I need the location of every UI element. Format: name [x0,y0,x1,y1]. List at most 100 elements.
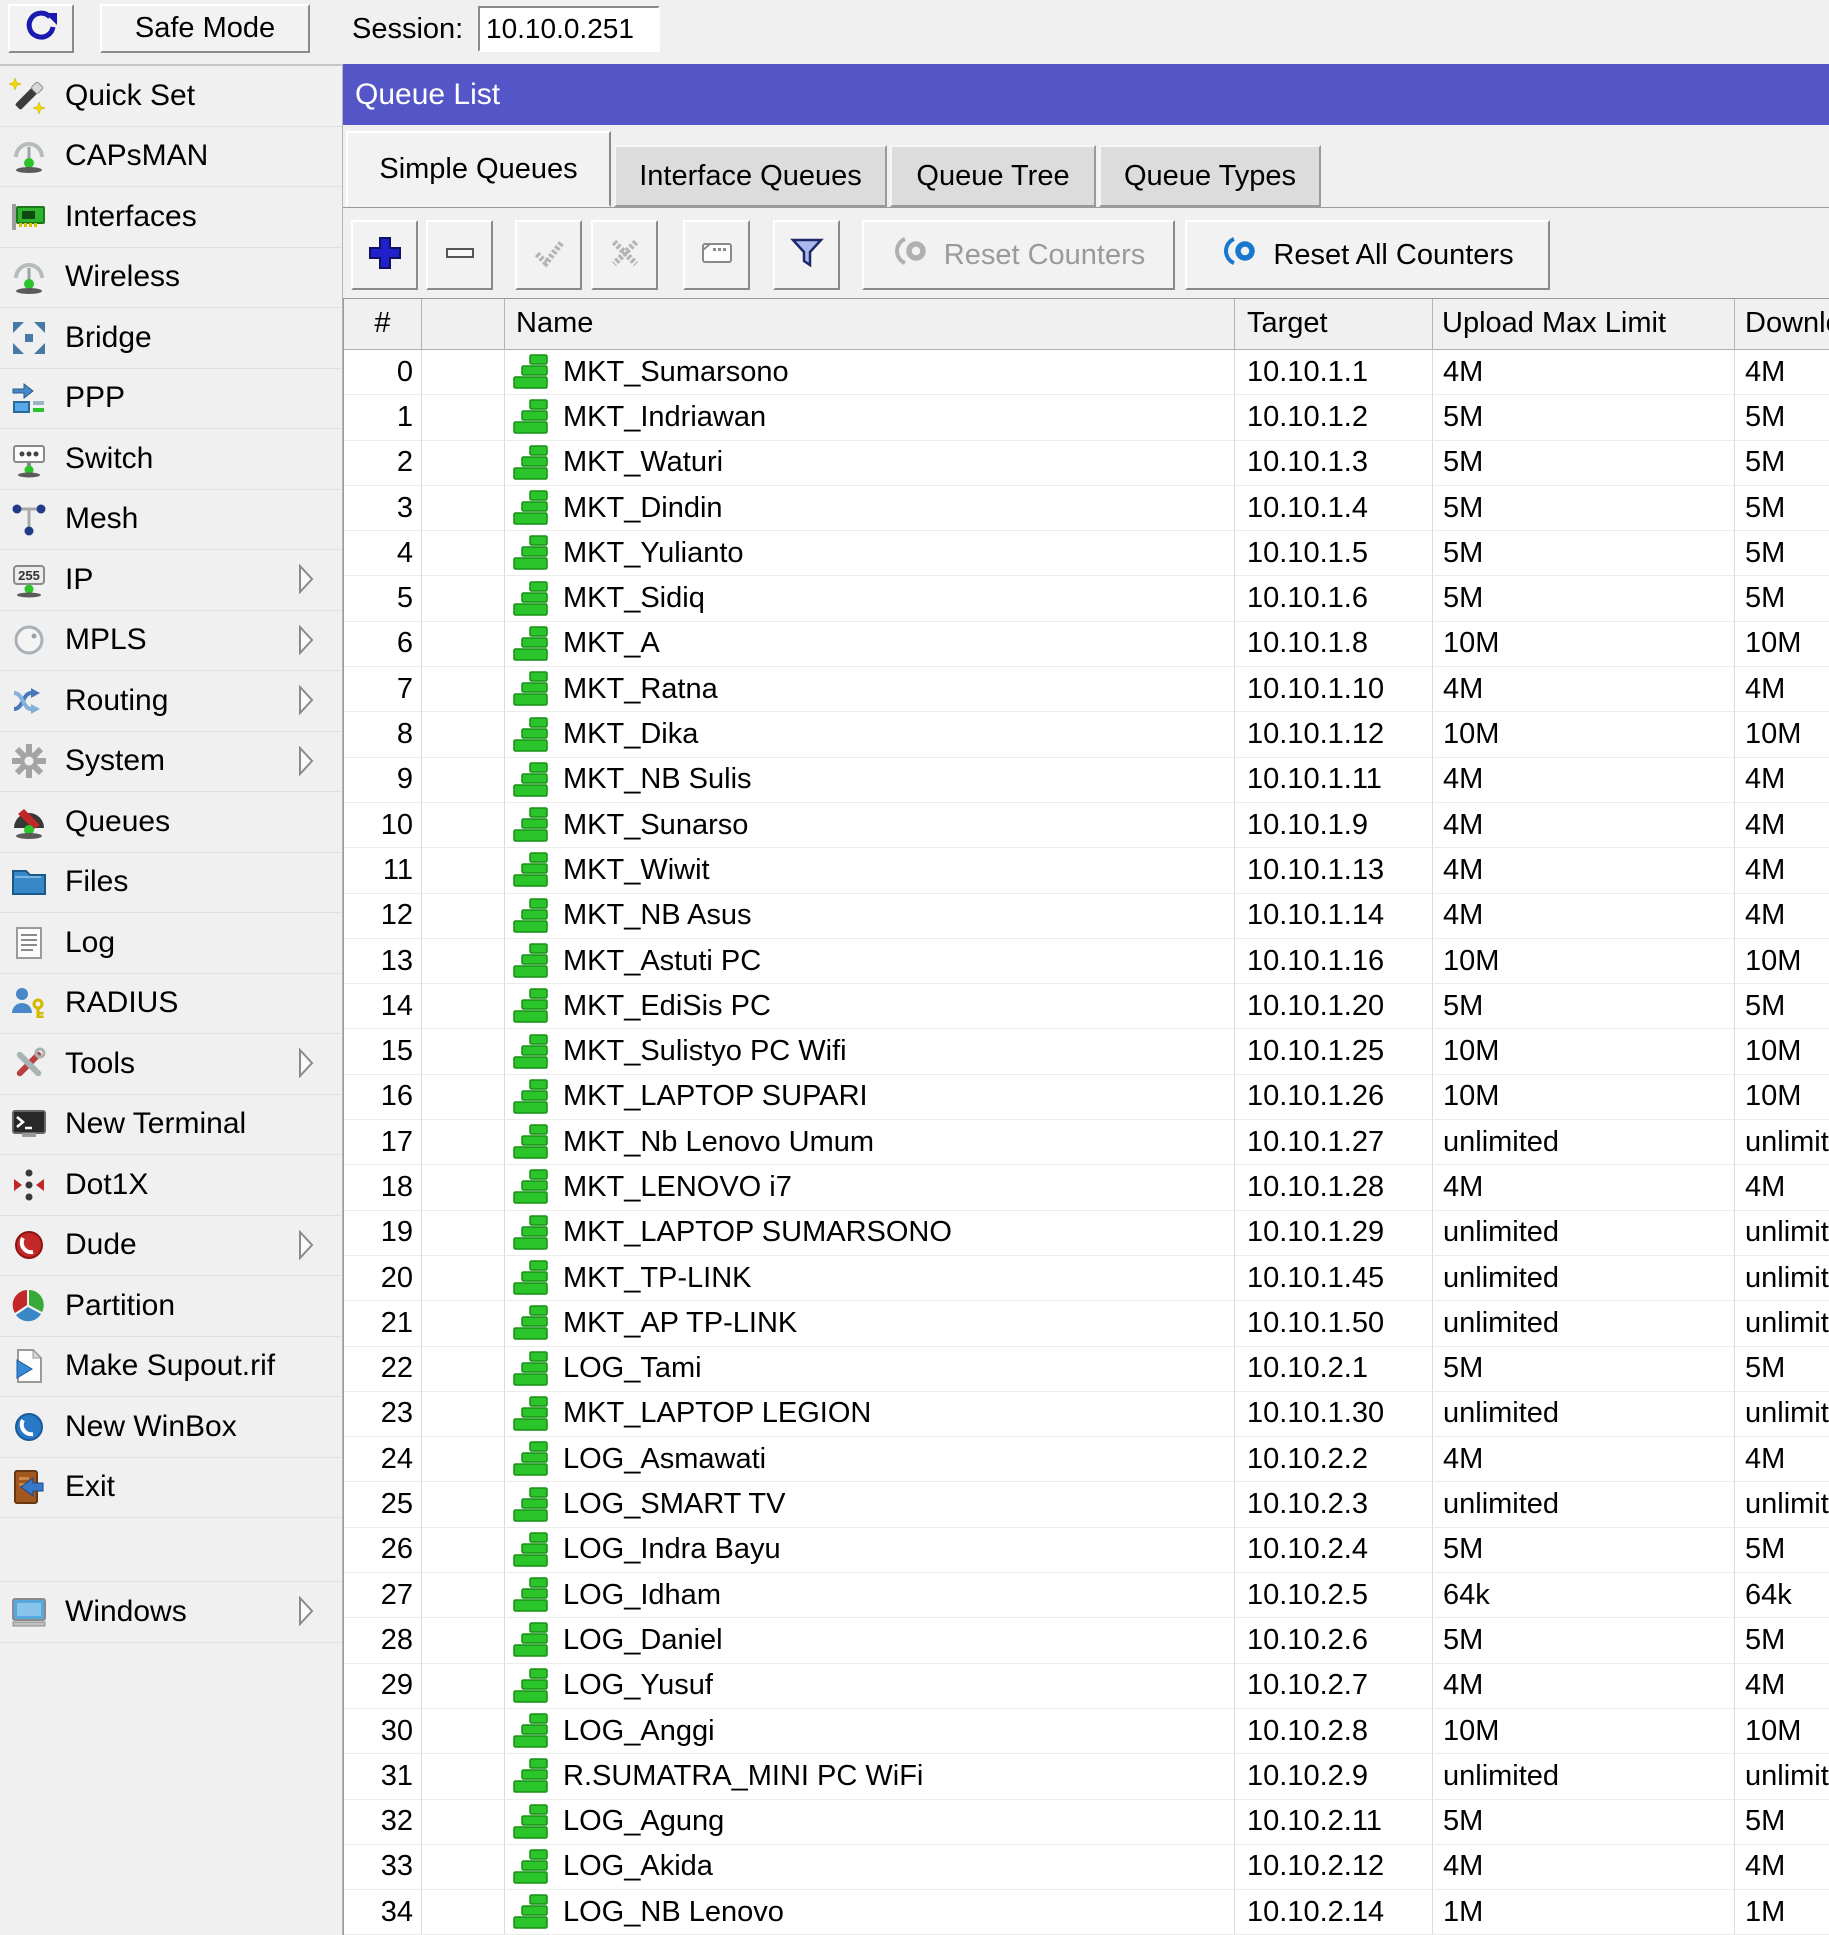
queue-row[interactable]: 27LOG_Idham10.10.2.564k64k [344,1573,1829,1618]
queue-row[interactable]: 0MKT_Sumarsono10.10.1.14M4M [344,350,1829,395]
quick-set-icon [9,76,49,116]
sidebar-item-capsman[interactable]: CAPsMAN [0,127,342,188]
queue-upload-limit: unlimited [1433,1482,1735,1527]
queue-row[interactable]: 28LOG_Daniel10.10.2.65M5M [344,1618,1829,1663]
queue-row[interactable]: 6MKT_A10.10.1.810M10M [344,622,1829,667]
sidebar-item-exit[interactable]: Exit [0,1458,342,1519]
reload-session-button[interactable] [8,4,74,53]
queue-row[interactable]: 10MKT_Sunarso10.10.1.94M4M [344,803,1829,848]
queue-row[interactable]: 31R.SUMATRA_MINI PC WiFi10.10.2.9unlimit… [344,1754,1829,1799]
sidebar-item-windows[interactable]: Windows [0,1582,342,1643]
column-header-upload-max-limit[interactable]: Upload Max Limit [1433,299,1735,349]
simple-queue-icon [511,1167,551,1207]
queue-download-limit: unlimited [1735,1211,1829,1256]
sidebar-item-switch[interactable]: Switch [0,429,342,490]
queue-row[interactable]: 12MKT_NB Asus10.10.1.144M4M [344,894,1829,939]
sidebar-item-routing[interactable]: Routing [0,671,342,732]
simple-queue-icon [511,941,551,981]
queue-row[interactable]: 1MKT_Indriawan10.10.1.25M5M [344,395,1829,440]
column-header-flags[interactable] [422,299,505,349]
reset-counters-button[interactable]: Reset Counters [862,220,1175,290]
safe-mode-button[interactable]: Safe Mode [100,4,310,53]
row-flags [422,1256,505,1301]
queue-download-limit: unlimited [1735,1392,1829,1437]
sidebar-item-ppp[interactable]: PPP [0,369,342,430]
queue-row[interactable]: 17MKT_Nb Lenovo Umum10.10.1.27unlimitedu… [344,1120,1829,1165]
tab-interface-queues[interactable]: Interface Queues [614,145,887,207]
reset-counter-icon [1221,231,1261,279]
partition-icon [9,1286,49,1326]
queue-target: 10.10.1.5 [1235,531,1433,576]
sidebar-item-wireless[interactable]: Wireless [0,248,342,309]
tab-simple-queues[interactable]: Simple Queues [346,131,611,207]
sidebar-item-new-winbox[interactable]: New WinBox [0,1397,342,1458]
sidebar-item-dot1x[interactable]: Dot1X [0,1155,342,1216]
queue-row[interactable]: 33LOG_Akida10.10.2.124M4M [344,1845,1829,1890]
queue-row[interactable]: 24LOG_Asmawati10.10.2.24M4M [344,1437,1829,1482]
sidebar-item-mpls[interactable]: MPLS [0,611,342,672]
sidebar-item-queues[interactable]: Queues [0,792,342,853]
disable-button[interactable] [591,220,658,290]
queue-row[interactable]: 32LOG_Agung10.10.2.115M5M [344,1800,1829,1845]
queue-row[interactable]: 23MKT_LAPTOP LEGION10.10.1.30unlimitedun… [344,1392,1829,1437]
queue-row[interactable]: 21MKT_AP TP-LINK10.10.1.50unlimitedunlim… [344,1301,1829,1346]
queue-row[interactable]: 16MKT_LAPTOP SUPARI10.10.1.2610M10M [344,1075,1829,1120]
sidebar-item-new-terminal[interactable]: New Terminal [0,1095,342,1156]
queue-row[interactable]: 4MKT_Yulianto10.10.1.55M5M [344,531,1829,576]
queue-row[interactable]: 29LOG_Yusuf10.10.2.74M4M [344,1664,1829,1709]
sidebar-item-system[interactable]: System [0,732,342,793]
queue-row[interactable]: 20MKT_TP-LINK10.10.1.45unlimitedunlimite… [344,1256,1829,1301]
column-header-name[interactable]: Name [505,299,1235,349]
queue-upload-limit: 4M [1433,1664,1735,1709]
queue-download-limit: unlimited [1735,1256,1829,1301]
queue-row[interactable]: 22LOG_Tami10.10.2.15M5M [344,1347,1829,1392]
sidebar-item-radius[interactable]: RADIUS [0,974,342,1035]
queue-row[interactable]: 30LOG_Anggi10.10.2.810M10M [344,1709,1829,1754]
queue-row[interactable]: 9MKT_NB Sulis10.10.1.114M4M [344,758,1829,803]
tab-queue-tree[interactable]: Queue Tree [890,145,1096,207]
column-header-target[interactable]: Target [1235,299,1433,349]
queue-row[interactable]: 14MKT_EdiSis PC10.10.1.205M5M [344,984,1829,1029]
queue-row[interactable]: 34LOG_NB Lenovo10.10.2.141M1M [344,1890,1829,1935]
queue-row[interactable]: 26LOG_Indra Bayu10.10.2.45M5M [344,1528,1829,1573]
sidebar-item-bridge[interactable]: Bridge [0,308,342,369]
queue-row[interactable]: 18MKT_LENOVO i710.10.1.284M4M [344,1165,1829,1210]
row-number: 32 [344,1800,422,1845]
tab-queue-types[interactable]: Queue Types [1099,145,1321,207]
queue-target: 10.10.2.14 [1235,1890,1433,1935]
sidebar-item-dude[interactable]: Dude [0,1216,342,1277]
column-header-flags[interactable]: # [344,299,422,349]
sidebar-item-log[interactable]: Log [0,913,342,974]
queue-row[interactable]: 13MKT_Astuti PC10.10.1.1610M10M [344,939,1829,984]
sidebar-item-interfaces[interactable]: Interfaces [0,187,342,248]
queue-target: 10.10.1.9 [1235,803,1433,848]
queue-row[interactable]: 5MKT_Sidiq10.10.1.65M5M [344,576,1829,621]
sidebar-item-ip[interactable]: 255IP [0,550,342,611]
queue-row[interactable]: 7MKT_Ratna10.10.1.104M4M [344,667,1829,712]
queue-target: 10.10.1.12 [1235,712,1433,757]
queue-row[interactable]: 19MKT_LAPTOP SUMARSONO10.10.1.29unlimite… [344,1211,1829,1256]
reset-all-counters-button[interactable]: Reset All Counters [1185,220,1550,290]
simple-queue-icon [511,1756,551,1796]
queue-row[interactable]: 11MKT_Wiwit10.10.1.134M4M [344,848,1829,893]
queue-row[interactable]: 25LOG_SMART TV10.10.2.3unlimitedunlimite… [344,1482,1829,1527]
sidebar-item-quick-set[interactable]: Quick Set [0,66,342,127]
enable-button[interactable] [515,220,582,290]
add-button[interactable] [351,220,418,290]
queue-row[interactable]: 8MKT_Dika10.10.1.1210M10M [344,712,1829,757]
queue-row[interactable]: 3MKT_Dindin10.10.1.45M5M [344,486,1829,531]
row-number: 23 [344,1392,422,1437]
queue-row[interactable]: 15MKT_Sulistyo PC Wifi10.10.1.2510M10M [344,1029,1829,1074]
queue-row[interactable]: 2MKT_Waturi10.10.1.35M5M [344,441,1829,486]
sidebar-item-make-supout-rif[interactable]: Make Supout.rif [0,1337,342,1398]
sidebar-item-tools[interactable]: Tools [0,1034,342,1095]
sidebar-item-partition[interactable]: Partition [0,1276,342,1337]
sidebar-item-files[interactable]: Files [0,853,342,914]
sidebar-item-mesh[interactable]: Mesh [0,490,342,551]
session-input[interactable]: 10.10.0.251 [478,6,660,52]
column-header-download-max-limit[interactable]: Download Max Limit [1735,299,1829,349]
remove-button[interactable] [426,220,493,290]
row-number: 25 [344,1482,422,1527]
comment-button[interactable] [683,220,750,290]
filter-button[interactable] [773,220,840,290]
